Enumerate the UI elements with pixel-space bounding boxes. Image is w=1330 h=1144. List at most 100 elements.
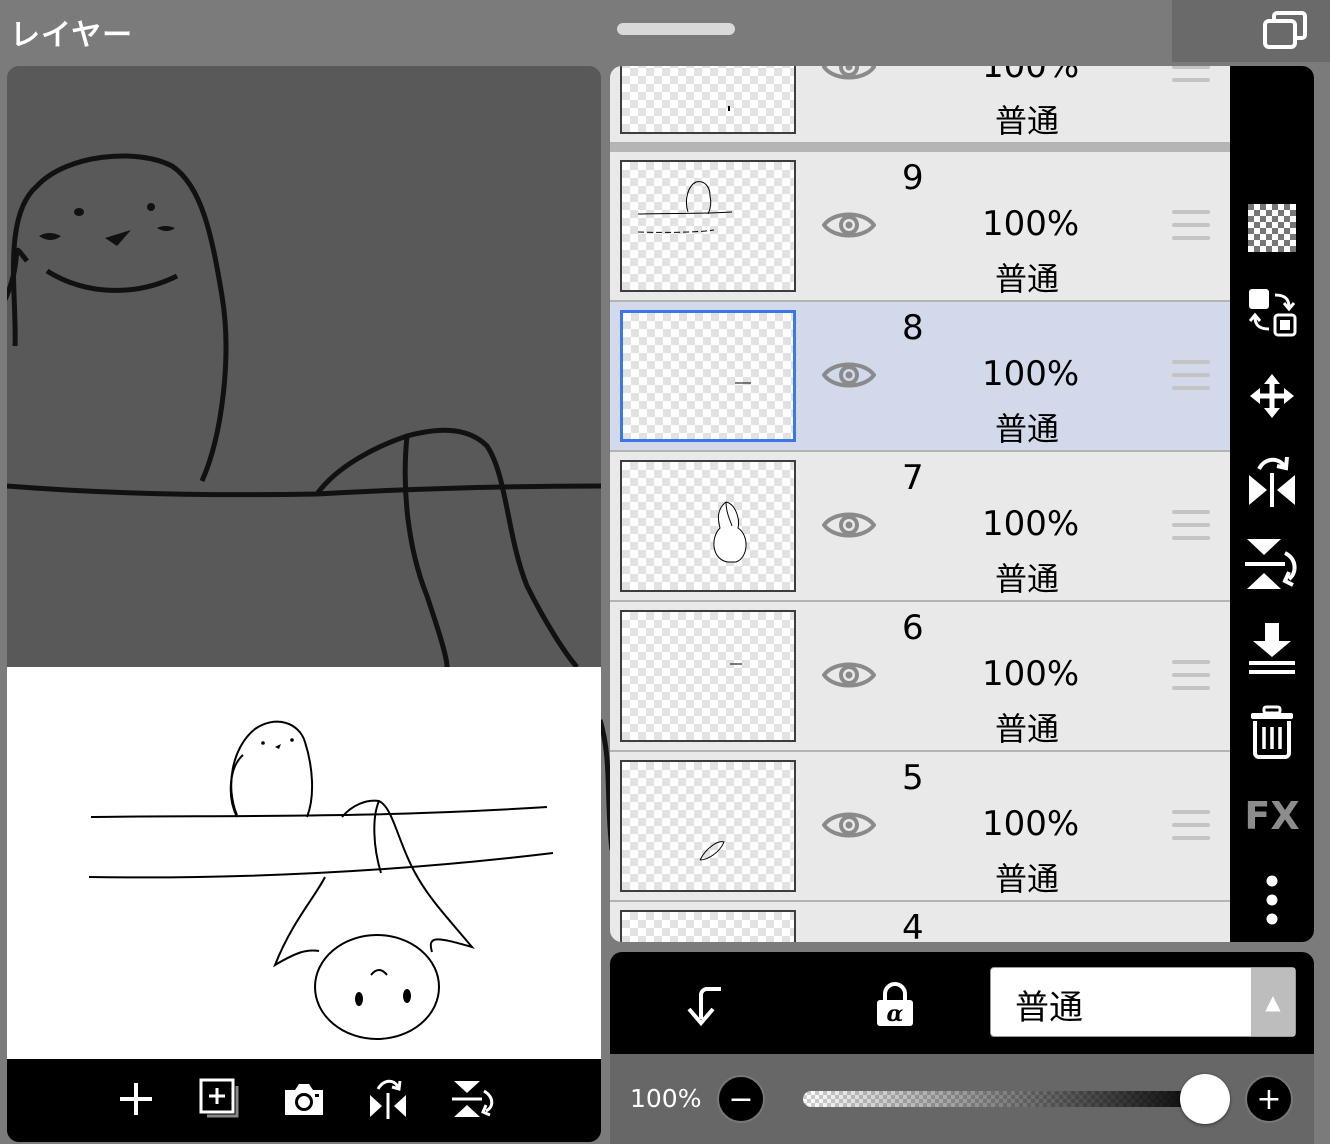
fx-button[interactable]: FX (1244, 788, 1300, 844)
opacity-slider-fill (803, 1091, 1213, 1107)
move-icon (1250, 374, 1294, 418)
canvas-preview[interactable] (7, 66, 601, 1142)
layer-opacity: 100% (982, 504, 1080, 544)
layer-list[interactable]: 100% 普通 9 100% 普通 8 100% 普通 7 100% 普通 6 … (610, 66, 1230, 942)
layer-blend-mode: 普通 (995, 410, 1060, 448)
layer-blend-mode: 普通 (995, 860, 1060, 898)
flip-layer-horizontal-button[interactable] (1244, 452, 1300, 508)
layer-blend-mode: 普通 (995, 260, 1060, 298)
layer-number: 9 (902, 158, 924, 198)
window-toggle-button[interactable] (1172, 0, 1330, 62)
opacity-value: 100% (630, 1084, 702, 1113)
trash-icon (1251, 705, 1293, 759)
opacity-decrease-button[interactable]: − (717, 1075, 765, 1123)
fx-icon: FX (1244, 794, 1300, 838)
flip-canvas-vertical-button[interactable] (444, 1071, 500, 1127)
layer-opacity: 100% (982, 204, 1080, 244)
flip-canvas-horizontal-button[interactable] (360, 1071, 416, 1127)
swap-layers-button[interactable] (1244, 284, 1300, 340)
opacity-slider-track[interactable] (803, 1091, 1213, 1107)
transparency-button[interactable] (1244, 200, 1300, 256)
layer-thumbnail (620, 460, 796, 592)
visibility-eye-icon[interactable] (822, 207, 876, 243)
layer-thumbnail (620, 66, 796, 134)
visibility-eye-icon[interactable] (822, 357, 876, 393)
opacity-slider-thumb[interactable] (1180, 1074, 1230, 1124)
canvas-thumbnail (7, 667, 601, 1059)
layer-row[interactable]: 5 100% 普通 (610, 752, 1230, 902)
title-bar: レイヤー (0, 0, 1330, 62)
preview-toolbar (7, 1059, 601, 1142)
clipping-arrow-icon (687, 987, 721, 1027)
layer-opacity: 100% (982, 354, 1080, 394)
layer-tools-strip: FX (1230, 66, 1314, 942)
visibility-eye-icon[interactable] (822, 657, 876, 693)
reorder-handle[interactable] (1172, 210, 1210, 249)
layer-row[interactable]: 4 (610, 902, 1230, 942)
layer-thumbnail (620, 160, 796, 292)
transparent-checker-icon (1248, 204, 1296, 252)
svg-text:α: α (887, 1001, 904, 1027)
add-layer-icon (120, 1083, 152, 1115)
reorder-handle[interactable] (1172, 360, 1210, 399)
layer-number: 7 (902, 458, 924, 498)
canvas-zoomed-drawing (7, 153, 601, 667)
layer-thumbnail (620, 310, 796, 442)
move-button[interactable] (1244, 368, 1300, 424)
layer-thumbnail (620, 610, 796, 742)
delete-layer-button[interactable] (1244, 704, 1300, 760)
clipping-button[interactable] (674, 974, 736, 1036)
layer-opacity: 100% (982, 804, 1080, 844)
add-layer-button[interactable] (108, 1071, 164, 1127)
alpha-lock-button[interactable]: α (864, 974, 926, 1036)
blend-mode-select[interactable]: 普通 ▲ (990, 967, 1296, 1037)
opacity-increase-button[interactable]: + (1245, 1075, 1293, 1123)
add-layer-frame-icon (199, 1078, 239, 1118)
visibility-eye-icon[interactable] (822, 507, 876, 543)
chevron-up-icon: ▲ (1251, 968, 1295, 1036)
flip-vertical-icon (1245, 539, 1297, 589)
reorder-handle[interactable] (1172, 810, 1210, 849)
layer-thumbnail (620, 760, 796, 892)
layer-row-selected[interactable]: 8 100% 普通 (610, 302, 1230, 452)
camera-icon (285, 1084, 323, 1115)
panel-title: レイヤー (10, 18, 134, 53)
more-options-button[interactable] (1244, 872, 1300, 928)
more-icon (1266, 875, 1278, 925)
layer-opacity: 100% (982, 654, 1080, 694)
drag-handle[interactable] (617, 23, 735, 35)
flip-layer-vertical-button[interactable] (1244, 536, 1300, 592)
merge-down-icon (1249, 623, 1295, 674)
alpha-lock-icon: α (877, 982, 913, 1027)
flip-vertical-icon (452, 1081, 494, 1117)
import-photo-button[interactable] (276, 1071, 332, 1127)
layer-blend-mode: 普通 (995, 102, 1060, 140)
visibility-eye-icon[interactable] (822, 807, 876, 843)
canvas-thumbnail-drawing (88, 720, 554, 1040)
layer-row[interactable]: 7 100% 普通 (610, 452, 1230, 602)
merge-down-button[interactable] (1244, 620, 1300, 676)
window-restore-icon (1263, 11, 1307, 49)
add-frame-layer-button[interactable] (192, 1071, 248, 1127)
flip-horizontal-icon (370, 1079, 406, 1119)
layer-thumbnail (620, 910, 796, 942)
reorder-handle[interactable] (1172, 66, 1210, 91)
layer-blend-mode: 普通 (995, 710, 1060, 748)
blend-mode-value: 普通 (1015, 988, 1083, 1028)
layer-number: 8 (902, 308, 924, 348)
visibility-eye-icon[interactable] (822, 66, 876, 85)
layer-blend-mode: 普通 (995, 560, 1060, 598)
opacity-bar: 100% − + (610, 1054, 1314, 1144)
blend-bar: α 普通 ▲ (610, 952, 1314, 1054)
layer-number: 6 (902, 608, 924, 648)
layer-row[interactable]: 100% 普通 (610, 66, 1230, 144)
layer-row[interactable]: 9 100% 普通 (610, 152, 1230, 302)
reorder-handle[interactable] (1172, 510, 1210, 549)
layer-opacity: 100% (982, 66, 1080, 86)
layer-number: 4 (902, 908, 924, 942)
reorder-handle[interactable] (1172, 660, 1210, 699)
layer-number: 5 (902, 758, 924, 798)
layer-row[interactable]: 6 100% 普通 (610, 602, 1230, 752)
swap-layers-icon (1248, 289, 1297, 337)
flip-horizontal-icon (1249, 456, 1295, 507)
